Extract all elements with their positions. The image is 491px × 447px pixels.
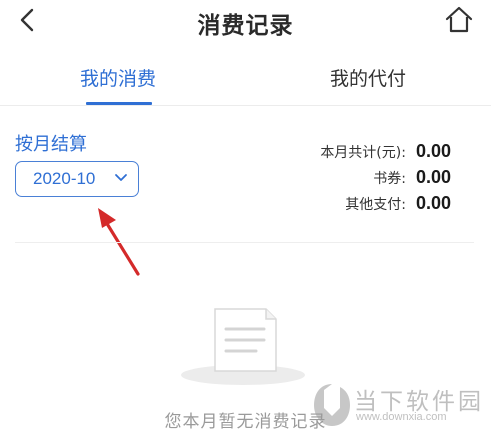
- coupon-label: 书券:: [373, 170, 406, 187]
- watermark-logo-icon: [314, 384, 350, 426]
- red-arrow-annotation: [98, 208, 140, 276]
- document-icon: [181, 308, 305, 385]
- app-header: 消费记录: [0, 0, 491, 46]
- coupon-value: 0.00: [415, 167, 451, 187]
- watermark-url: www.downxia.com: [356, 411, 447, 423]
- tab-bar: 我的消费 我的代付: [0, 50, 491, 106]
- coupon-row: 书券: 0.00: [373, 167, 451, 188]
- chevron-down-icon: [115, 174, 127, 181]
- total-row: 本月共计(元): 0.00: [320, 141, 451, 162]
- home-icon[interactable]: [443, 4, 475, 36]
- page-title: 消费记录: [197, 13, 294, 39]
- watermark: 当下软件园 www.downxia.com: [310, 380, 490, 440]
- total-value: 0.00: [415, 141, 451, 161]
- other-payment-value: 0.00: [415, 193, 451, 213]
- divider: [15, 242, 474, 243]
- tab-my-consumption[interactable]: 我的消费: [80, 64, 156, 91]
- monthly-settlement-label: 按月结算: [15, 134, 87, 155]
- month-select[interactable]: 2020-10: [15, 161, 139, 197]
- other-payment-label: 其他支付:: [345, 196, 406, 213]
- selected-month: 2020-10: [33, 169, 96, 188]
- active-tab-indicator: [86, 102, 152, 105]
- tab-my-proxy-payment[interactable]: 我的代付: [330, 64, 406, 91]
- total-label: 本月共计(元):: [320, 144, 406, 161]
- other-payment-row: 其他支付: 0.00: [345, 193, 451, 214]
